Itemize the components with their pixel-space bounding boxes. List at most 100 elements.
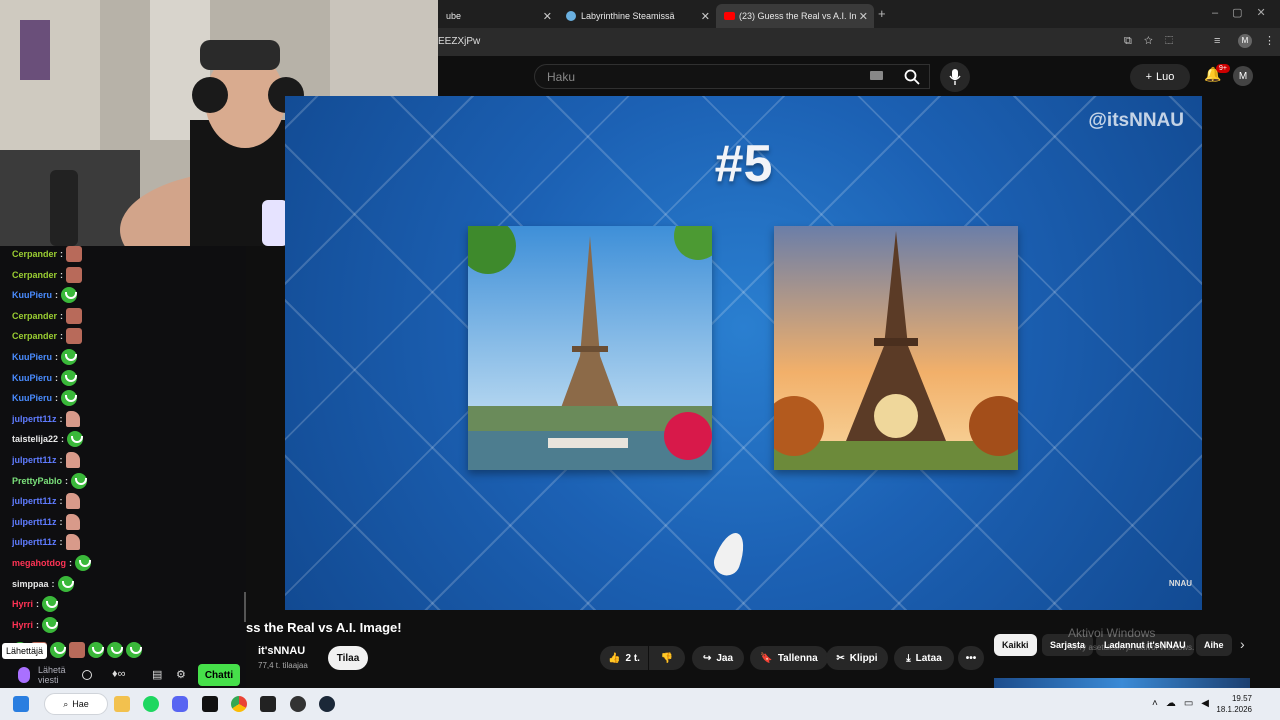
chat-username[interactable]: simppaa <box>12 579 49 589</box>
chat-username[interactable]: Cerpander <box>12 311 57 321</box>
emote-icon <box>71 472 88 489</box>
chat-username[interactable]: Cerpander <box>12 331 57 341</box>
image-option-right[interactable] <box>774 226 1018 470</box>
youtube-header: Haku + Luo 🔔 9+ M <box>438 56 1280 96</box>
keyboard-icon[interactable] <box>870 71 883 80</box>
app-icon[interactable] <box>260 696 276 712</box>
chat-message: julpertt11z: <box>12 410 80 427</box>
like-count: 2 t. <box>625 652 640 664</box>
chat-username[interactable]: Hyrri <box>12 620 33 630</box>
chat-message: julpertt11z: <box>12 493 80 510</box>
obs-icon[interactable] <box>290 696 306 712</box>
microphone-icon <box>949 69 961 85</box>
chrome-icon[interactable] <box>231 696 247 712</box>
profile-avatar[interactable]: M <box>1238 34 1252 48</box>
video-title: ss the Real vs A.I. Image! <box>246 620 402 635</box>
dislike-button[interactable]: 👎 <box>649 646 685 670</box>
save-button[interactable]: 🔖 Tallenna <box>750 646 828 670</box>
discord-icon[interactable] <box>172 696 188 712</box>
voice-search-button[interactable] <box>940 62 970 92</box>
settings-gear-icon[interactable]: ⚙ <box>176 668 186 681</box>
file-explorer-icon[interactable] <box>114 696 130 712</box>
media-icon[interactable]: ≡ <box>1214 35 1220 47</box>
chat-message: KuuPieru: <box>12 369 78 386</box>
chat-username[interactable]: julpertt11z <box>12 496 57 506</box>
tab-steam[interactable]: Labyrinthine Steamissä ✕ <box>558 4 716 28</box>
chat-separator: : <box>61 434 65 445</box>
chip-all[interactable]: Kaikki <box>994 634 1037 656</box>
close-tab-icon[interactable]: ✕ <box>701 10 710 23</box>
windows-start-icon[interactable] <box>13 696 29 712</box>
capcut-icon[interactable] <box>202 696 218 712</box>
share-label: Jaa <box>716 652 734 664</box>
subscribe-button[interactable]: Tilaa <box>328 646 368 670</box>
chat-username[interactable]: julpertt11z <box>12 455 57 465</box>
create-button[interactable]: + Luo <box>1130 64 1190 90</box>
chat-separator: : <box>69 558 72 568</box>
spotify-icon[interactable] <box>143 696 159 712</box>
youtube-favicon-icon <box>724 12 735 20</box>
emote-icon <box>50 642 66 658</box>
emote-icon <box>61 287 78 304</box>
chat-username[interactable]: megahotdog <box>12 558 66 568</box>
chat-username[interactable]: KuuPieru <box>12 373 52 383</box>
chat-username[interactable]: julpertt11z <box>12 517 57 527</box>
emote-icon <box>65 513 80 530</box>
emote-icon <box>57 575 74 592</box>
window-controls[interactable]: –▢✕ <box>1212 6 1280 19</box>
video-player[interactable]: @itsNNAU #5 NNAU <box>285 96 1202 610</box>
chat-message-input[interactable]: Lähetä viesti <box>38 665 66 685</box>
emote-icon <box>107 642 123 658</box>
channel-name[interactable]: it'sNNAU <box>258 645 305 657</box>
chat-separator: : <box>55 372 59 383</box>
chat-message: Hyrri: <box>12 616 59 633</box>
close-tab-icon[interactable]: ✕ <box>859 10 868 23</box>
emote-icon <box>65 452 80 468</box>
chat-send-button[interactable]: Chatti <box>198 664 240 686</box>
emote-icon <box>75 555 91 571</box>
chat-username[interactable]: julpertt11z <box>12 414 57 424</box>
url-text[interactable]: EEZXjPw <box>438 36 480 47</box>
search-label: Hae <box>72 699 89 709</box>
chat-message: KuuPieru: <box>12 287 78 304</box>
toolbar-icons[interactable]: ⧉☆⬚ <box>1124 35 1185 48</box>
clip-button[interactable]: ✂ Klippi <box>826 646 888 670</box>
tab-youtube-video[interactable]: (23) Guess the Real vs A.I. In ✕ <box>716 4 874 28</box>
system-tray-icons[interactable]: ˄☁▭◀ <box>1152 698 1217 709</box>
chat-message: julpertt11z: <box>12 513 80 530</box>
menu-kebab-icon[interactable]: ⋮ <box>1264 34 1275 47</box>
chevron-right-icon[interactable]: › <box>1240 636 1245 652</box>
chat-separator: : <box>65 475 69 486</box>
image-option-left[interactable] <box>468 226 712 470</box>
chat-username[interactable]: Hyrri <box>12 599 33 609</box>
bits-icon[interactable]: ♦∞ <box>112 668 125 680</box>
download-button[interactable]: ⤓ Lataa <box>894 646 954 670</box>
close-tab-icon[interactable]: ✕ <box>543 10 552 23</box>
chat-username[interactable]: Cerpander <box>12 249 57 259</box>
tab-title: Labyrinthine Steamissä <box>581 11 675 21</box>
chat-username[interactable]: KuuPieru <box>12 290 52 300</box>
chat-username[interactable]: PrettyPablo <box>12 476 62 486</box>
like-button[interactable]: 👍 2 t. <box>600 646 648 670</box>
microphone-icon[interactable] <box>18 667 30 683</box>
chat-username[interactable]: KuuPieru <box>12 352 52 362</box>
activate-windows-title: Aktivoi Windows <box>1068 626 1156 640</box>
share-button[interactable]: ↪ Jaa <box>692 646 744 670</box>
chat-username[interactable]: KuuPieru <box>12 393 52 403</box>
emote-icon <box>126 642 142 658</box>
new-tab-button[interactable]: + <box>878 6 886 21</box>
chat-username[interactable]: julpertt11z <box>12 537 57 547</box>
search-button[interactable] <box>892 64 932 89</box>
tab-youtube[interactable]: ube ✕ <box>438 4 558 28</box>
chat-username[interactable]: Cerpander <box>12 270 57 280</box>
account-avatar[interactable]: M <box>1233 66 1253 86</box>
chip-topic[interactable]: Aihe <box>1196 634 1232 656</box>
store-icon[interactable]: ▤ <box>152 668 162 681</box>
chat-username[interactable]: taistelija22 <box>12 434 58 444</box>
more-actions-button[interactable]: ••• <box>958 646 984 670</box>
taskbar-search[interactable]: ⌕ Hae <box>44 693 108 715</box>
emoji-picker-icon[interactable] <box>82 670 92 680</box>
steam-icon[interactable] <box>319 696 335 712</box>
bookmark-icon: 🔖 <box>760 652 773 664</box>
taskbar-clock[interactable]: 19.57 18.1.2026 <box>1216 693 1252 715</box>
